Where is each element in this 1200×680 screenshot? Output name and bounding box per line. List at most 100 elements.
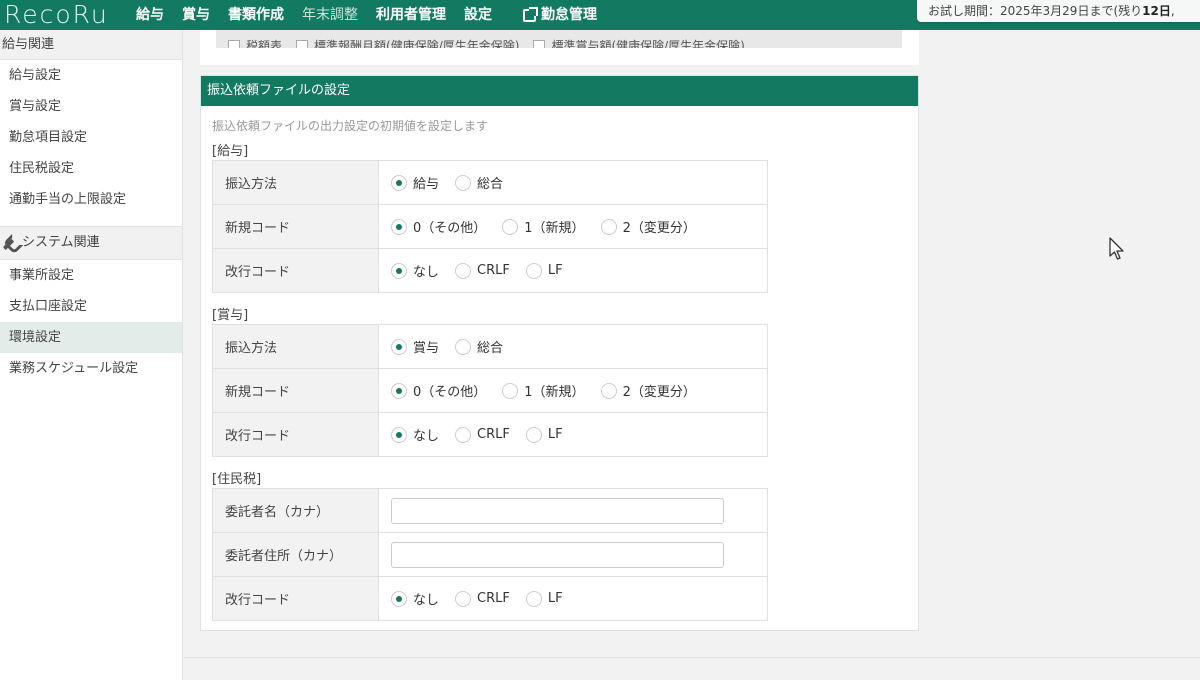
radio-salary-new-code-2[interactable]: 2（変更分） — [600, 217, 696, 236]
consignor-name-kana-input[interactable] — [391, 497, 724, 524]
checkbox-box[interactable] — [228, 40, 240, 48]
radio-selected-icon[interactable] — [391, 590, 407, 607]
nav-item-documents[interactable]: 書類作成 — [219, 0, 293, 30]
nav-item-user-management[interactable]: 利用者管理 — [367, 0, 455, 30]
table-row: 改行コード なし CRLF LF — [212, 576, 768, 621]
sidebar-item-bonus-settings[interactable]: 賞与設定 — [0, 91, 182, 122]
checkbox-label: 標準賞与額(健康保険/厚生年金保険) — [551, 39, 745, 48]
radio-salary-newline-crlf[interactable]: CRLF — [455, 262, 510, 279]
radio-unselected-icon[interactable] — [525, 590, 542, 607]
radio-resident-tax-newline-crlf[interactable]: CRLF — [455, 590, 510, 607]
nav-item-attendance[interactable]: 勤怠管理 — [501, 0, 606, 30]
row-label: 改行コード — [212, 248, 379, 293]
radio-label: 1（新規） — [524, 221, 585, 236]
radio-unselected-icon[interactable] — [525, 426, 542, 443]
row-value: 賞与 総合 — [378, 324, 768, 369]
sidebar-item-attendance-items[interactable]: 勤怠項目設定 — [0, 122, 182, 153]
sidebar-head-salary: 給与関連 — [0, 30, 182, 60]
checkbox-box[interactable] — [296, 40, 309, 48]
wrench-icon — [0, 232, 21, 255]
sidebar-item-resident-tax[interactable]: 住民税設定 — [0, 153, 182, 184]
radio-salary-method-general[interactable]: 総合 — [455, 173, 503, 192]
row-label: 新規コード — [212, 368, 379, 413]
radio-unselected-icon[interactable] — [455, 426, 472, 443]
radio-salary-method-salary[interactable]: 給与 — [391, 173, 439, 192]
radio-unselected-icon[interactable] — [455, 590, 472, 607]
radio-unselected-icon[interactable] — [455, 262, 472, 279]
radio-label: なし — [413, 593, 440, 608]
section-label-salary: [給与] — [212, 144, 249, 159]
sidebar-item-commute-limit[interactable]: 通勤手当の上限設定 — [0, 184, 182, 215]
radio-bonus-newline-crlf[interactable]: CRLF — [455, 426, 510, 443]
radio-unselected-icon[interactable] — [455, 338, 472, 355]
row-value: なし CRLF LF — [378, 576, 768, 621]
app-logo[interactable]: RecoRu — [0, 0, 127, 30]
row-value: なし CRLF LF — [378, 248, 768, 293]
radio-label: 給与 — [413, 177, 440, 192]
salary-settings-table: 振込方法 給与 総合 新規コード 0（その他） 1（新規） 2（変更分） 改行コ… — [212, 160, 768, 293]
sidebar-item-environment[interactable]: 環境設定 — [0, 322, 182, 353]
row-value — [378, 488, 768, 533]
row-label: 改行コード — [212, 412, 379, 457]
radio-group-bonus-new-code: 0（その他） 1（新規） 2（変更分） — [391, 381, 767, 400]
checkbox-standard-bonus[interactable]: 標準賞与額(健康保険/厚生年金保険) — [533, 39, 745, 48]
row-label: 振込方法 — [212, 324, 379, 369]
radio-bonus-new-code-2[interactable]: 2（変更分） — [600, 381, 696, 400]
radio-bonus-newline-none[interactable]: なし — [391, 425, 439, 444]
trial-suffix: , — [1170, 4, 1175, 18]
radio-unselected-icon[interactable] — [502, 218, 519, 235]
row-label: 振込方法 — [212, 160, 379, 205]
resident-tax-settings-table: 委託者名（カナ） 委託者住所（カナ） 改行コード なし CRLF LF — [212, 488, 768, 621]
nav-item-salary[interactable]: 給与 — [127, 0, 173, 30]
radio-salary-new-code-1[interactable]: 1（新規） — [502, 217, 585, 236]
sidebar-item-payment-account[interactable]: 支払口座設定 — [0, 291, 182, 322]
table-row: 振込方法 給与 総合 — [212, 160, 768, 205]
radio-bonus-newline-lf[interactable]: LF — [525, 426, 563, 443]
radio-salary-newline-lf[interactable]: LF — [525, 262, 563, 279]
sidebar-item-schedule[interactable]: 業務スケジュール設定 — [0, 353, 182, 384]
checkbox-tax-table[interactable]: 税額表 — [228, 39, 282, 48]
radio-selected-icon[interactable] — [391, 262, 407, 279]
footer-divider — [184, 657, 1200, 658]
consignor-address-kana-input[interactable] — [391, 541, 724, 568]
radio-unselected-icon[interactable] — [600, 382, 617, 399]
table-row: 新規コード 0（その他） 1（新規） 2（変更分） — [212, 204, 768, 249]
radio-selected-icon[interactable] — [391, 382, 407, 399]
radio-resident-tax-newline-none[interactable]: なし — [391, 589, 439, 608]
table-row: 新規コード 0（その他） 1（新規） 2（変更分） — [212, 368, 768, 413]
radio-salary-new-code-0[interactable]: 0（その他） — [391, 217, 486, 236]
row-label: 委託者住所（カナ） — [212, 532, 379, 577]
radio-unselected-icon[interactable] — [525, 262, 542, 279]
radio-bonus-new-code-0[interactable]: 0（その他） — [391, 381, 486, 400]
radio-selected-icon[interactable] — [391, 338, 407, 355]
previous-card-bottom: 税額表 標準報酬月額(健康保険/厚生年金保険) 標準賞与額(健康保険/厚生年金保… — [200, 30, 919, 65]
row-label: 委託者名（カナ） — [212, 488, 379, 533]
radio-selected-icon[interactable] — [391, 426, 407, 443]
nav-item-year-end-adjustment[interactable]: 年末調整 — [293, 0, 367, 30]
checkbox-box[interactable] — [533, 40, 546, 48]
sidebar: 給与関連 給与設定 賞与設定 勤怠項目設定 住民税設定 通勤手当の上限設定 シス… — [0, 30, 183, 680]
radio-bonus-method-general[interactable]: 総合 — [455, 337, 503, 356]
radio-resident-tax-newline-lf[interactable]: LF — [525, 590, 563, 607]
radio-label: なし — [413, 429, 440, 444]
radio-selected-icon[interactable] — [391, 174, 407, 191]
sidebar-item-salary-settings[interactable]: 給与設定 — [0, 60, 182, 91]
radio-selected-icon[interactable] — [391, 218, 407, 235]
radio-unselected-icon[interactable] — [600, 218, 617, 235]
radio-bonus-new-code-1[interactable]: 1（新規） — [502, 381, 585, 400]
nav-item-settings[interactable]: 設定 — [455, 0, 501, 30]
radio-unselected-icon[interactable] — [502, 382, 519, 399]
sidebar-item-office[interactable]: 事業所設定 — [0, 260, 182, 291]
radio-label: 2（変更分） — [622, 385, 696, 400]
radio-label: 賞与 — [413, 341, 440, 356]
radio-salary-newline-none[interactable]: なし — [391, 261, 439, 280]
radio-label: 総合 — [477, 341, 504, 356]
checkbox-standard-monthly[interactable]: 標準報酬月額(健康保険/厚生年金保険) — [296, 39, 519, 48]
nav-item-bonus[interactable]: 賞与 — [173, 0, 219, 30]
radio-unselected-icon[interactable] — [455, 174, 472, 191]
trial-banner: お試し期間：2025年3月29日まで(残り12日, — [917, 0, 1200, 22]
radio-bonus-method-bonus[interactable]: 賞与 — [391, 337, 439, 356]
checkbox-label: 税額表 — [246, 39, 283, 48]
card-title: 振込依頼ファイルの設定 — [201, 76, 918, 106]
row-value: なし CRLF LF — [378, 412, 768, 457]
